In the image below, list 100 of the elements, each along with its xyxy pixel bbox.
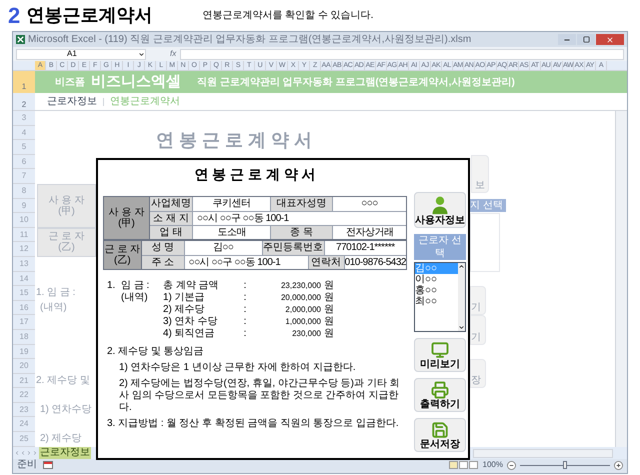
- section-paragraph: 2) 제수당에는 법정수당(연장, 휴일, 야간근무수당 등)과 기타 회사 임의 수당으로서 모든항목을 포함한 것으로 간주하여 지급한다.: [118, 378, 401, 414]
- party-mark: (乙): [114, 255, 131, 266]
- party-name: 근 로 자: [104, 244, 140, 255]
- sheet-text: (내역): [39, 300, 68, 315]
- row-header[interactable]: 24: [13, 417, 35, 432]
- row-header[interactable]: 10: [13, 213, 35, 228]
- worker-item[interactable]: 이○○: [415, 274, 458, 285]
- sheet-text: 1) 연차수당: [39, 402, 93, 417]
- field-label: 주민등록번호: [262, 241, 324, 255]
- field-label: 종 목: [270, 226, 332, 239]
- row-header[interactable]: 12: [13, 242, 35, 257]
- zoom-thumb[interactable]: [563, 461, 567, 469]
- scrollbar[interactable]: [458, 263, 465, 331]
- print-button[interactable]: 출력하기: [414, 378, 466, 412]
- brand-name: 비즈니스엑셀: [91, 72, 181, 92]
- row-header[interactable]: 7: [13, 169, 35, 184]
- person-icon: [430, 195, 450, 215]
- sheet-text: 2. 제수당 및: [35, 374, 91, 388]
- row-header[interactable]: 17: [13, 315, 35, 330]
- macro-icon[interactable]: [43, 461, 53, 469]
- preview-button[interactable]: 미리보기: [414, 338, 466, 372]
- row-header[interactable]: 21: [13, 374, 35, 388]
- separator: :: [242, 316, 248, 328]
- wage-heading: (내역): [121, 292, 149, 304]
- worker-item[interactable]: 홍○○: [415, 285, 458, 296]
- row-header[interactable]: 19: [13, 344, 35, 360]
- field-label: 소 재 지: [150, 212, 192, 225]
- field-value: 전자상거래: [332, 226, 406, 239]
- row-header[interactable]: 11: [13, 228, 35, 242]
- minimize-button[interactable]: [558, 34, 576, 45]
- banner-title: 직원 근로계약관리 업무자동화 프로그램(연봉근로계약서,사원정보관리): [197, 76, 515, 90]
- party-mark: (乙): [58, 242, 75, 254]
- wage-item: 2) 제수당: [163, 304, 206, 316]
- name-box[interactable]: A1: [16, 48, 146, 60]
- row-header[interactable]: 16: [13, 300, 35, 316]
- wage-number: 1.: [107, 280, 116, 292]
- row-header[interactable]: 4: [13, 126, 35, 140]
- row-header[interactable]: 3: [13, 111, 35, 126]
- separator: :: [242, 304, 248, 316]
- party-name: 근 로 자: [48, 231, 84, 242]
- row-header[interactable]: 22: [13, 388, 35, 403]
- sheet-tab[interactable]: 근로자정보: [39, 447, 91, 459]
- party-name: 사 용 자: [48, 194, 84, 206]
- first-sheet-icon[interactable]: [14, 450, 20, 456]
- nav-link[interactable]: 근로자정보: [47, 94, 97, 109]
- row-header[interactable]: 5: [13, 140, 35, 155]
- nav-link[interactable]: 연봉근로계약서: [110, 94, 180, 109]
- formula-field[interactable]: [180, 48, 624, 60]
- row-header[interactable]: 9: [13, 198, 35, 214]
- worker-list[interactable]: 김○○ 이○○ 홍○○ 최○○: [414, 262, 466, 332]
- maximize-button[interactable]: [577, 34, 595, 45]
- field-label: 성 명: [142, 241, 184, 255]
- monitor-icon: [431, 341, 449, 359]
- view-icons[interactable]: [448, 461, 479, 469]
- row-header[interactable]: 8: [13, 184, 35, 199]
- row-header[interactable]: 18: [13, 330, 35, 344]
- step-number: 2: [8, 2, 20, 30]
- wage-amount: 1,000,000: [284, 316, 321, 328]
- scroll-up-icon[interactable]: [458, 263, 465, 270]
- wage-item: 3) 연차 수당: [163, 316, 218, 328]
- row-header[interactable]: 20: [13, 359, 35, 374]
- field-value: ○○○: [332, 197, 406, 211]
- faded-list: [470, 213, 500, 272]
- window-title: Microsoft Excel - (119) 직원 근로계약관리 업무자동화 프로그램(연봉근로계약서,사원정보관리).xlsm: [28, 34, 472, 46]
- currency-unit: 원: [323, 280, 335, 292]
- zoom-out-icon[interactable]: [507, 460, 516, 470]
- next-sheet-icon[interactable]: [26, 450, 32, 456]
- wage-amount: 23,230,000: [280, 280, 321, 292]
- function-label: fx: [170, 48, 176, 60]
- wage-amount: 20,000,000: [280, 292, 321, 304]
- zoom-in-icon[interactable]: [614, 460, 623, 470]
- field-label: 사업체명: [150, 197, 192, 211]
- row-header[interactable]: 14: [13, 272, 35, 286]
- last-sheet-icon[interactable]: [32, 450, 38, 456]
- row-header[interactable]: 13: [13, 256, 35, 272]
- currency-unit: 원: [323, 328, 335, 340]
- wage-item: 총 계약 금액: [163, 280, 220, 292]
- maximize-icon: [582, 36, 590, 43]
- row-header[interactable]: 2: [13, 93, 35, 110]
- currency-unit: 원: [323, 292, 335, 304]
- row-header[interactable]: 6: [13, 154, 35, 170]
- wage-heading: 임 금 :: [121, 280, 150, 292]
- row-header[interactable]: 23: [13, 402, 35, 418]
- party-mark: (甲): [118, 218, 135, 229]
- scroll-down-icon[interactable]: [458, 324, 465, 331]
- user-info-button[interactable]: 사용자정보: [414, 192, 466, 228]
- worker-item[interactable]: 김○○: [415, 263, 458, 274]
- row-header[interactable]: 15: [13, 286, 35, 301]
- currency-unit: 원: [323, 304, 335, 316]
- dialog-title: 연 봉 근 로 계 약 서: [193, 165, 317, 184]
- save-button[interactable]: 문서저장: [414, 418, 466, 452]
- vertical-scrollbar[interactable]: [615, 111, 627, 447]
- horizontal-scrollbar[interactable]: [473, 448, 613, 458]
- page-description: 연봉근로계약서를 확인할 수 있습니다.: [202, 9, 374, 23]
- worker-item[interactable]: 최○○: [415, 296, 458, 307]
- caret-icon: [138, 50, 145, 58]
- previous-sheet-icon[interactable]: [20, 450, 26, 456]
- section-heading: 2. 제수당 및 통상임금: [106, 346, 205, 358]
- zoom-slider[interactable]: [520, 461, 610, 469]
- row-header[interactable]: 1: [13, 71, 35, 93]
